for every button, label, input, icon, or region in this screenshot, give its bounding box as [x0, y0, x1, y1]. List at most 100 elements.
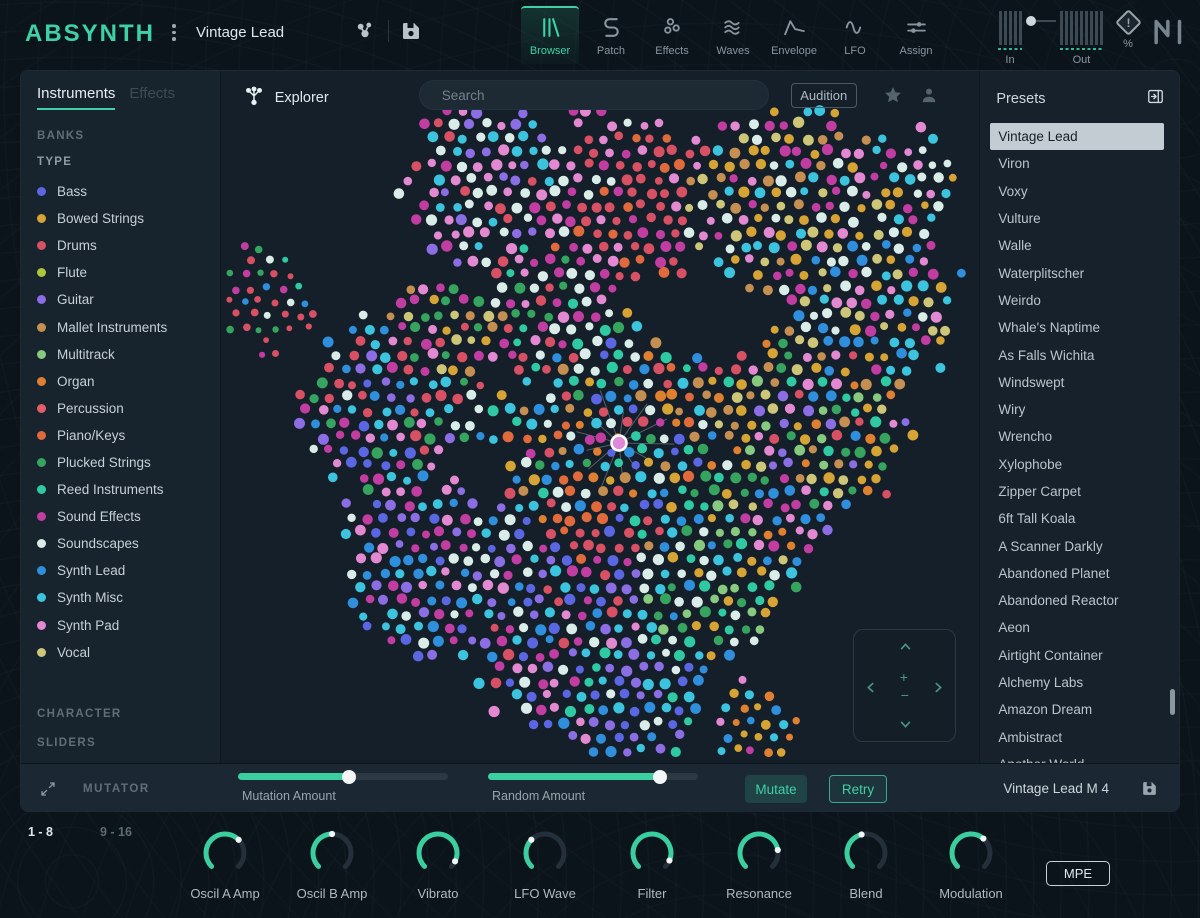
- explorer-title: Explorer: [275, 90, 329, 106]
- preset-scrollbar-thumb[interactable]: [1170, 689, 1175, 715]
- pan-up-icon[interactable]: [899, 642, 912, 651]
- type-filter-vocal[interactable]: Vocal: [37, 639, 204, 666]
- tab-envelope[interactable]: Envelope: [765, 6, 823, 64]
- mutate-button[interactable]: Mutate: [745, 775, 807, 803]
- preset-item[interactable]: Whale's Naptime: [980, 314, 1179, 341]
- divider: [388, 20, 389, 42]
- selected-preset-dot[interactable]: [611, 436, 626, 451]
- type-filter-piano-keys[interactable]: Piano/Keys: [37, 422, 204, 449]
- preset-item[interactable]: A Scanner Darkly: [980, 532, 1179, 559]
- patch-icon: [599, 15, 624, 40]
- menu-dots-icon[interactable]: [172, 24, 176, 41]
- type-filter-synth-pad[interactable]: Synth Pad: [37, 612, 204, 639]
- preset-item[interactable]: Viron: [980, 150, 1179, 177]
- type-filter-synth-misc[interactable]: Synth Misc: [37, 584, 204, 611]
- type-color-dot: [37, 295, 46, 304]
- preset-item[interactable]: Alchemy Labs: [980, 669, 1179, 696]
- preset-item[interactable]: Zipper Carpet: [980, 478, 1179, 505]
- type-filter-bowed-strings[interactable]: Bowed Strings: [37, 205, 204, 232]
- type-filter-reed-instruments[interactable]: Reed Instruments: [37, 476, 204, 503]
- preset-item[interactable]: Airtight Container: [980, 642, 1179, 669]
- preset-item[interactable]: As Falls Wichita: [980, 341, 1179, 368]
- zoom-out-icon[interactable]: −: [901, 688, 909, 702]
- preset-item[interactable]: Xylophobe: [980, 451, 1179, 478]
- preset-item[interactable]: Abandoned Reactor: [980, 587, 1179, 614]
- preset-item[interactable]: Wiry: [980, 396, 1179, 423]
- knob-label: Vibrato: [384, 886, 492, 901]
- assign-icon: [904, 15, 929, 40]
- preset-item[interactable]: Walle: [980, 232, 1179, 259]
- mutation-amount-slider[interactable]: Mutation Amount: [238, 773, 448, 803]
- macro-page-9-16[interactable]: 9 - 16: [100, 825, 132, 839]
- tab-effects[interactable]: Effects: [643, 6, 701, 64]
- macro-knob-filter[interactable]: Filter: [598, 828, 706, 901]
- type-color-dot: [37, 485, 46, 494]
- type-filter-sound-effects[interactable]: Sound Effects: [37, 503, 204, 530]
- macro-knob-oscil-b-amp[interactable]: Oscil B Amp: [278, 828, 386, 901]
- overload-icon: !: [1115, 9, 1142, 36]
- io-balance-slider[interactable]: [1024, 11, 1058, 45]
- sliders-section-header[interactable]: SLIDERS: [37, 737, 204, 749]
- type-filter-percussion[interactable]: Percussion: [37, 395, 204, 422]
- type-filter-soundscapes[interactable]: Soundscapes: [37, 530, 204, 557]
- tab-assign[interactable]: Assign: [887, 6, 945, 64]
- pan-right-icon[interactable]: [934, 681, 943, 694]
- type-filter-drums[interactable]: Drums: [37, 232, 204, 259]
- preset-item[interactable]: Weirdo: [980, 287, 1179, 314]
- search-input[interactable]: [419, 80, 769, 110]
- macro-knob-lfo-wave[interactable]: LFO Wave: [491, 828, 599, 901]
- audition-button[interactable]: Audition: [791, 83, 857, 108]
- slider-handle[interactable]: [653, 770, 667, 784]
- macro-knob-blend[interactable]: Blend: [812, 828, 920, 901]
- zoom-in-icon[interactable]: +: [900, 670, 908, 684]
- type-filter-bass[interactable]: Bass: [37, 178, 204, 205]
- tab-lfo[interactable]: LFO: [826, 6, 884, 64]
- sidebar-tab-effects[interactable]: Effects: [129, 85, 175, 110]
- preset-item[interactable]: Waterplitscher: [980, 259, 1179, 286]
- preset-item[interactable]: Aeon: [980, 614, 1179, 641]
- macro-knob-modulation[interactable]: Modulation: [917, 828, 1025, 901]
- preset-item[interactable]: Amazon Dream: [980, 696, 1179, 723]
- sidebar-tab-instruments[interactable]: Instruments: [37, 85, 115, 110]
- molecule-icon[interactable]: [352, 18, 378, 44]
- preset-item[interactable]: Voxy: [980, 178, 1179, 205]
- save-icon[interactable]: [399, 19, 423, 43]
- favorite-star-icon[interactable]: [883, 85, 903, 110]
- character-section-header[interactable]: CHARACTER: [37, 708, 204, 720]
- type-filter-flute[interactable]: Flute: [37, 259, 204, 286]
- type-filter-synth-lead[interactable]: Synth Lead: [37, 557, 204, 584]
- preset-item[interactable]: 6ft Tall Koala: [980, 505, 1179, 532]
- macro-knob-resonance[interactable]: Resonance: [705, 828, 813, 901]
- tab-waves[interactable]: Waves: [704, 6, 762, 64]
- preset-item[interactable]: Vintage Lead: [990, 123, 1164, 150]
- preset-item[interactable]: Ambistract: [980, 724, 1179, 751]
- type-filter-multitrack[interactable]: Multitrack: [37, 341, 204, 368]
- type-section-header[interactable]: TYPE: [37, 156, 204, 168]
- knob-label: LFO Wave: [491, 886, 599, 901]
- slider-handle[interactable]: [342, 770, 356, 784]
- type-filter-plucked-strings[interactable]: Plucked Strings: [37, 449, 204, 476]
- macro-knob-vibrato[interactable]: Vibrato: [384, 828, 492, 901]
- expand-icon[interactable]: [39, 780, 57, 803]
- mpe-button[interactable]: MPE: [1046, 861, 1110, 886]
- pan-down-icon[interactable]: [899, 720, 912, 729]
- out-label: Out: [1073, 54, 1091, 66]
- preset-item[interactable]: Vulture: [980, 205, 1179, 232]
- banks-section-header[interactable]: BANKS: [37, 130, 204, 142]
- preset-item[interactable]: Abandoned Planet: [980, 560, 1179, 587]
- random-amount-slider[interactable]: Random Amount: [488, 773, 698, 803]
- tab-browser[interactable]: Browser: [521, 6, 579, 64]
- user-icon[interactable]: [919, 85, 939, 110]
- preset-item[interactable]: Wrencho: [980, 423, 1179, 450]
- macro-knob-oscil-a-amp[interactable]: Oscil A Amp: [171, 828, 279, 901]
- retry-button[interactable]: Retry: [829, 775, 887, 803]
- type-filter-mallet-instruments[interactable]: Mallet Instruments: [37, 313, 204, 340]
- open-panel-icon[interactable]: [1146, 87, 1165, 111]
- macro-page-1-8[interactable]: 1 - 8: [28, 825, 53, 839]
- preset-item[interactable]: Windswept: [980, 369, 1179, 396]
- type-filter-organ[interactable]: Organ: [37, 368, 204, 395]
- type-filter-guitar[interactable]: Guitar: [37, 286, 204, 313]
- tab-patch[interactable]: Patch: [582, 6, 640, 64]
- save-icon[interactable]: [1140, 779, 1159, 803]
- pan-left-icon[interactable]: [866, 681, 875, 694]
